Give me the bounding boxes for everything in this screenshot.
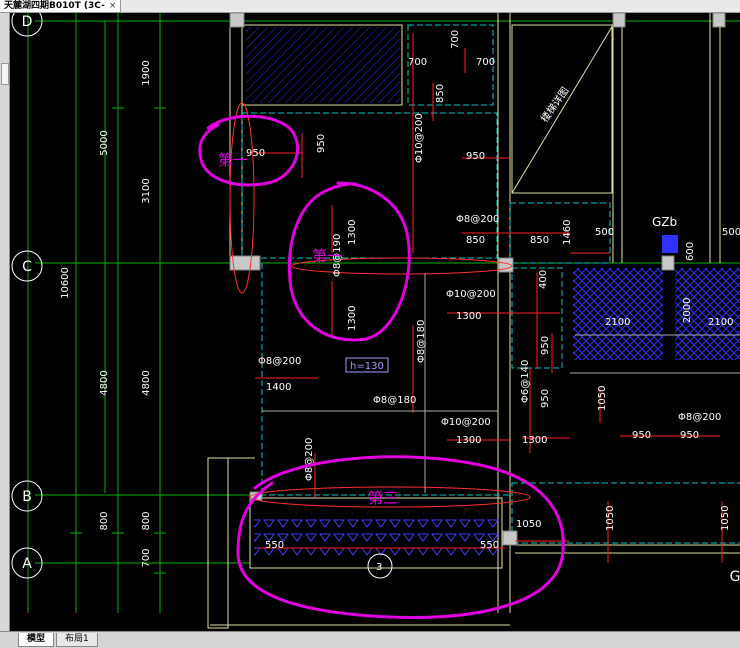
hatched-area-mid-a	[573, 268, 663, 360]
label-850-b: 850	[466, 235, 485, 246]
label-1050-b: 1050	[605, 506, 616, 531]
axis-label-g: G	[730, 569, 740, 585]
label-950-d: 950	[540, 336, 551, 355]
label-1050-a: 1050	[597, 386, 608, 411]
label-700-a: 700	[450, 30, 461, 49]
dim-10600: 10600	[60, 267, 71, 299]
dim-800-b: 800	[141, 511, 152, 530]
tab-model[interactable]: 模型	[18, 633, 55, 647]
label-h130: h=130	[350, 361, 384, 372]
label-400: 400	[538, 270, 549, 289]
label-1300-e: 1300	[522, 435, 547, 446]
label-section-3: 3	[376, 562, 382, 573]
close-tab-icon[interactable]: ×	[109, 1, 117, 11]
label-1050-c: 1050	[720, 506, 731, 531]
label-phi10-200-a: Φ10@200	[414, 113, 425, 163]
label-1300-c: 1300	[456, 311, 481, 322]
label-1050-d: 1050	[516, 519, 541, 530]
layout-tab-bar: 模型 布局1	[0, 631, 740, 648]
markup-label-first-b: 第一	[312, 247, 342, 265]
label-500-b: 500	[722, 227, 740, 238]
markup-label-first-a: 第一	[218, 151, 248, 169]
label-1300-a: 1300	[347, 220, 358, 245]
label-600: 600	[685, 242, 696, 261]
label-1400: 1400	[266, 382, 291, 393]
collapse-handle[interactable]	[1, 63, 9, 85]
markup-label-third: 第三	[368, 489, 398, 507]
label-phi8-200-d: Φ8@200	[304, 438, 315, 481]
label-500-a: 500	[595, 227, 614, 238]
label-phi10-200-c: Φ10@200	[441, 417, 491, 428]
dim-4800-a: 4800	[99, 370, 110, 395]
label-2100-b: 2100	[708, 317, 733, 328]
label-phi8-180-b: Φ8@180	[373, 395, 416, 406]
document-tab-bar: 天麓湖四期B010T (3C- ×	[0, 0, 740, 13]
label-gzb: GZb	[652, 215, 677, 229]
label-1300-b: 1300	[347, 306, 358, 331]
label-950-f: 950	[632, 430, 651, 441]
label-550-b: 550	[480, 540, 499, 551]
label-phi6-140: Φ6@140	[520, 360, 531, 403]
label-550-a: 550	[265, 540, 284, 551]
dim-3100: 3100	[141, 178, 152, 203]
hatched-area-bottom	[254, 513, 499, 561]
label-phi8-180-a: Φ8@180	[416, 320, 427, 363]
label-850-c: 850	[530, 235, 549, 246]
label-phi8-200-b: Φ8@200	[258, 356, 301, 367]
dim-700: 700	[141, 548, 152, 567]
axis-label-b: B	[22, 489, 32, 505]
cad-drawing: D C B A G 1900 5000 3100 10600 4800 4800…	[11, 13, 740, 629]
label-1460: 1460	[562, 220, 573, 245]
label-700-b: 700	[408, 57, 427, 68]
label-950-e: 950	[540, 389, 551, 408]
label-950-a: 950	[246, 148, 265, 159]
label-950-c: 950	[466, 151, 485, 162]
label-phi10-200-b: Φ10@200	[446, 289, 496, 300]
label-2000: 2000	[682, 298, 693, 323]
dim-1900: 1900	[141, 60, 152, 85]
tab-layout1[interactable]: 布局1	[56, 633, 98, 647]
left-toolbar	[0, 13, 10, 631]
label-phi8-200-c: Φ8@200	[678, 412, 721, 423]
label-850-a: 850	[435, 84, 446, 103]
axis-label-a: A	[22, 556, 32, 572]
dim-800-a: 800	[99, 511, 110, 530]
gz-marker	[662, 235, 678, 253]
document-tab[interactable]: 天麓湖四期B010T (3C- ×	[0, 0, 122, 12]
strip-ellipses	[229, 102, 531, 508]
label-950-g: 950	[680, 430, 699, 441]
axis-label-d: D	[22, 14, 33, 30]
axis-label-c: C	[22, 259, 32, 275]
drawing-viewport[interactable]: D C B A G 1900 5000 3100 10600 4800 4800…	[10, 13, 740, 631]
label-700-c: 700	[476, 57, 495, 68]
label-phi8-200-a: Φ8@200	[456, 214, 499, 225]
label-2100-a: 2100	[605, 317, 630, 328]
hatched-area-top	[246, 27, 400, 103]
slab-note: 楼梯详图	[538, 84, 572, 124]
label-950-b: 950	[316, 134, 327, 153]
label-1300-d: 1300	[456, 435, 481, 446]
document-tab-title: 天麓湖四期B010T (3C-	[4, 1, 105, 11]
dim-4800-b: 4800	[141, 370, 152, 395]
dim-5000: 5000	[99, 130, 110, 155]
